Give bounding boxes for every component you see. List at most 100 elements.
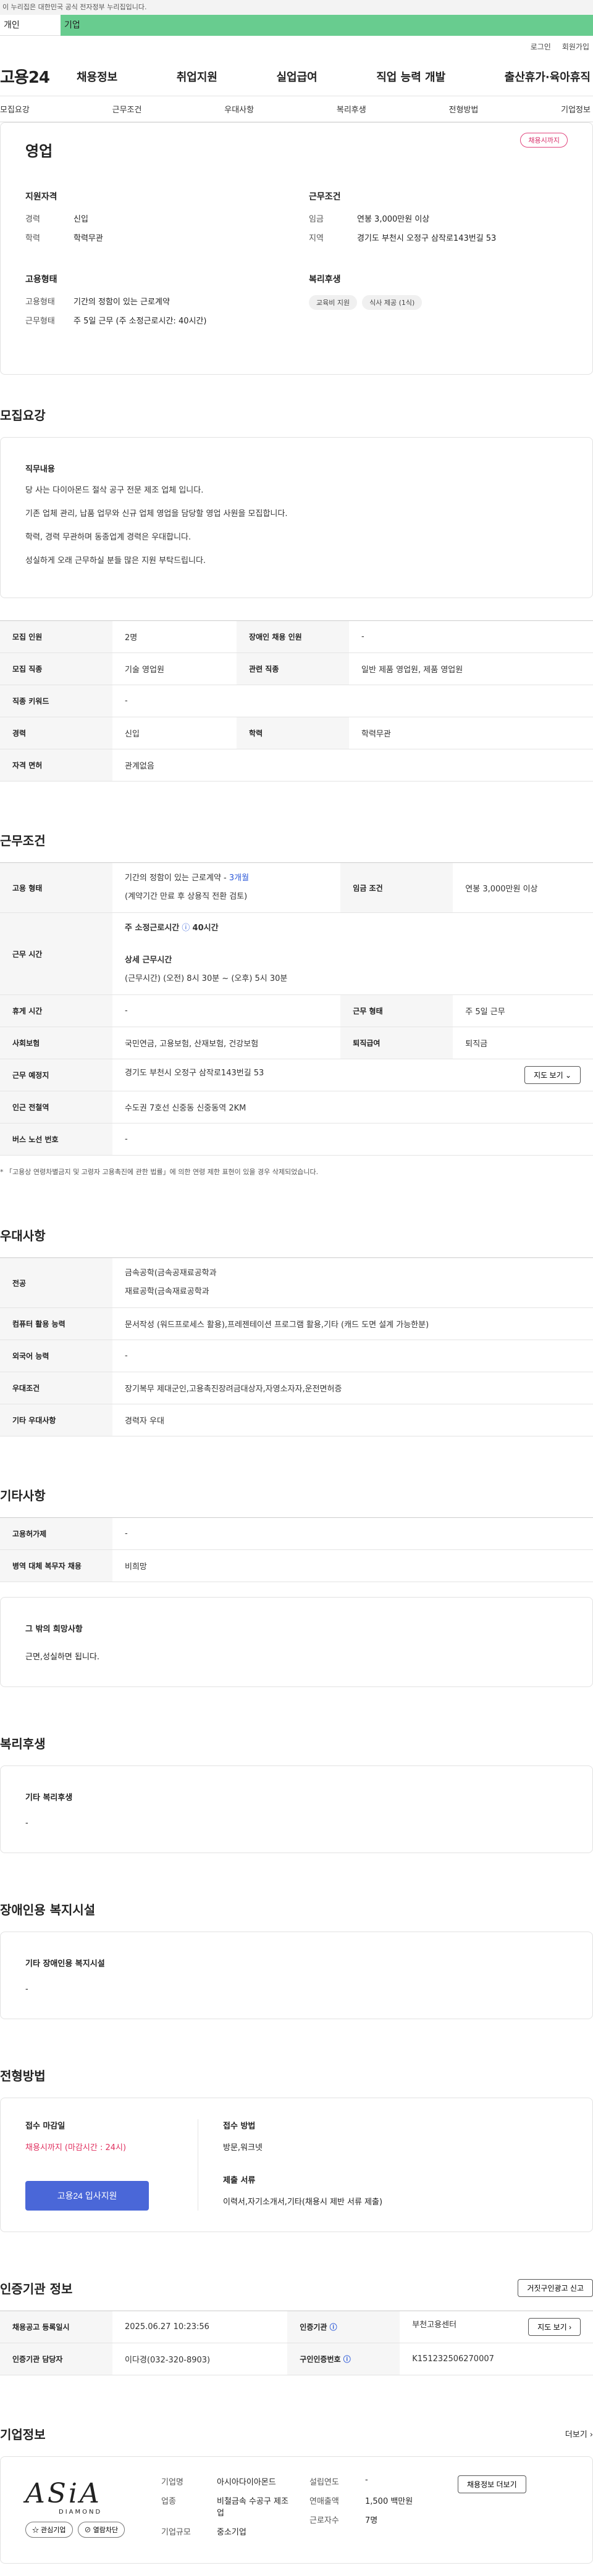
corp-jobs-button[interactable]: 채용정보 더보기 xyxy=(458,2475,526,2493)
duty-line: 당 사는 다이아몬드 절삭 공구 전문 제조 업체 입니다. xyxy=(25,486,204,495)
form-value: 주 5일 근무 xyxy=(453,994,593,1027)
tab-welfare[interactable]: 복리후생 xyxy=(337,103,366,115)
org-label: 인증기관 ⓘ xyxy=(287,2311,400,2343)
emptype-row-value: 기간의 정함이 있는 근로계약 - 3개월 (계약기간 만료 후 상용직 전환 … xyxy=(112,862,341,913)
tab-work[interactable]: 근무조건 xyxy=(112,103,142,115)
corp-size-label: 기업규모 xyxy=(161,2528,191,2537)
emptype-row-label: 고용 형태 xyxy=(0,862,112,913)
welfare-heading: 복리후생 xyxy=(309,275,341,285)
duty-line: 학력, 경력 무관하며 동종업계 경력은 우대합니다. xyxy=(25,533,191,542)
insurance-label: 사회보험 xyxy=(0,1027,112,1059)
job-title: 영업 xyxy=(25,143,53,160)
corp-staff-label: 근로자수 xyxy=(309,2516,339,2525)
severance-value: 퇴직금 xyxy=(453,1027,593,1059)
bus-value: - xyxy=(112,1123,593,1156)
disabled-etc-heading: 기타 장애인용 복지시설 xyxy=(25,1959,105,1969)
work-section-title: 근무조건 xyxy=(0,833,46,848)
wage-value: 연봉 3,000만원 이상 xyxy=(357,215,430,224)
related-job-value: 일반 제품 영업원, 제품 영업원 xyxy=(349,652,593,685)
site-logo[interactable]: 고용24 xyxy=(0,65,77,88)
cert-no-label-text: 구인인증번호 xyxy=(300,2355,341,2364)
utility-links: 로그인 회원가입 xyxy=(0,36,593,57)
corp-logo: ASiA xyxy=(25,2475,161,2512)
hours-label: 근무 시간 xyxy=(0,912,112,995)
corp-size-value: 중소기업 xyxy=(217,2528,246,2537)
global-nav: 고용24 채용정보 취업지원 실업급여 직업 능력 개발 출산휴가·육아휴직 xyxy=(0,57,593,96)
corp-sales-value: 1,500 백만원 xyxy=(365,2497,413,2506)
job-summary-card: 영업 채용시까지 지원자격 경력 신입 학력 학력무관 근무조건 임금 연봉 3,00… xyxy=(0,122,593,375)
manager-value: 이다경(032-320-8903) xyxy=(112,2343,288,2375)
corp-name-label: 기업명 xyxy=(161,2478,183,2487)
edu-value: 학력무관 xyxy=(74,234,103,243)
recruit-table: 모집 인원 2명 장애인 채용 인원 - 모집 직종 기술 영업원 관련 직종 … xyxy=(0,620,593,782)
gnb-item-training[interactable]: 직업 능력 개발 xyxy=(376,69,445,85)
org-map-button[interactable]: 지도 보기 › xyxy=(528,2318,581,2336)
rest-value: - xyxy=(112,994,341,1027)
tab-personal[interactable]: 개인 xyxy=(0,15,61,36)
login-link[interactable]: 로그인 xyxy=(531,41,551,52)
foreign-value: - xyxy=(112,1517,593,1550)
keyword-value: - xyxy=(112,685,593,717)
employment-heading: 고용형태 xyxy=(25,275,57,285)
corp-section-title: 기업정보 xyxy=(0,2427,46,2442)
favorite-corp-button[interactable]: ☆ 관심기업 xyxy=(25,2522,73,2538)
tab-process[interactable]: 전형방법 xyxy=(449,103,479,115)
apply-button[interactable]: 고용24 입사지원 xyxy=(25,2181,149,2211)
tab-recruit[interactable]: 모집요강 xyxy=(0,103,30,115)
duty-line: 기존 업체 관리, 납품 업무와 신규 업체 영업을 담당할 영업 사원을 모집… xyxy=(25,509,288,519)
recruit-section-title: 모집요강 xyxy=(0,408,46,423)
pref-section-title: 우대사항 xyxy=(0,1228,46,1243)
major-value: 금속공학(금속공재료공학과 재료공학(금속재료공학과 xyxy=(112,1257,593,1308)
pref-table: 전공 금속공학(금속공재료공학과 재료공학(금속재료공학과 컴퓨터 활용 능력 … xyxy=(0,1257,593,1436)
report-button[interactable]: 거짓구인광고 신고 xyxy=(518,2279,593,2297)
hours-std-value: 40시간 xyxy=(192,923,219,933)
info-icon[interactable]: ⓘ xyxy=(330,2323,337,2332)
gnb-item-leave[interactable]: 출산휴가·육아휴직 xyxy=(505,69,591,85)
org-value: 부천고용센터 지도 보기 › xyxy=(400,2311,593,2343)
info-icon[interactable]: ⓘ xyxy=(343,2355,351,2364)
tab-corp[interactable]: 기업정보 xyxy=(561,103,591,115)
worktype-label: 근무형태 xyxy=(25,317,55,326)
hours-detail-value: (근무시간) (오전) 8시 30분 ~ (오후) 5시 30분 xyxy=(125,974,288,983)
military-value: 비희망 xyxy=(112,1549,593,1582)
corp-founded-value: - xyxy=(365,2475,368,2485)
disabled-hire-label: 장애인 채용 인원 xyxy=(237,620,350,653)
gnb-item-unemployment[interactable]: 실업급여 xyxy=(277,69,318,85)
info-icon[interactable]: ⓘ xyxy=(182,923,190,933)
career-row-label: 경력 xyxy=(0,717,112,749)
career-label: 경력 xyxy=(25,215,40,224)
corp-box: ASiA DIAMOND ☆ 관심기업 ⊘ 열람차단 기업명 아시아다이아몬드 업… xyxy=(0,2456,593,2564)
reg-date-label: 채용공고 등록일시 xyxy=(0,2311,112,2343)
map-button[interactable]: 지도 보기 ⌄ xyxy=(524,1066,581,1084)
process-box: 접수 마감일 채용시까지 (마감시간 : 24시) 고용24 입사지원 접수 방… xyxy=(0,2098,593,2232)
tab-pref[interactable]: 우대사항 xyxy=(224,103,254,115)
deadline-badge: 채용시까지 xyxy=(520,133,568,148)
form-label: 근무 형태 xyxy=(340,994,453,1027)
license-value: 관계없음 xyxy=(112,749,593,782)
join-link[interactable]: 회원가입 xyxy=(562,41,589,52)
emptype-note: (계약기간 만료 후 상용직 전환 검토) xyxy=(125,892,248,901)
region-value: 경기도 부천시 오정구 삼작로143번길 53 xyxy=(357,234,497,243)
job-type-value: 기술 영업원 xyxy=(112,652,237,685)
contract-months: 3개월 xyxy=(229,873,250,883)
welfare-box: 기타 복리후생 - xyxy=(0,1765,593,1853)
emptype-value: 기간의 정함이 있는 근로계약 xyxy=(74,298,170,307)
docs-heading: 제출 서류 xyxy=(223,2176,256,2185)
headcount-label: 모집 인원 xyxy=(0,620,112,653)
place-address: 경기도 부천시 오정구 삼작로143번길 53 xyxy=(125,1069,264,1078)
certify-table: 채용공고 등록일시 2025.06.27 10:23:56 인증기관 ⓘ 부천고… xyxy=(0,2311,593,2375)
corp-more-link[interactable]: 더보기 › xyxy=(565,2428,593,2440)
cert-no-value: K151232506270007 xyxy=(400,2343,593,2375)
job-type-label: 모집 직종 xyxy=(0,652,112,685)
corp-founded-label: 설립연도 xyxy=(309,2478,339,2487)
welfare-etc-heading: 기타 복리후생 xyxy=(25,1793,73,1803)
block-corp-button[interactable]: ⊘ 열람차단 xyxy=(77,2522,125,2538)
gnb-item-jobs[interactable]: 채용정보 xyxy=(77,69,117,85)
employment-block: 고용형태 고용형태 기간의 정함이 있는 근로계약 근무형태 주 5일 근무 (주 … xyxy=(25,273,284,333)
subway-label: 인근 전철역 xyxy=(0,1091,112,1123)
gnb-item-support[interactable]: 취업지원 xyxy=(177,69,217,85)
tab-company[interactable]: 기업 xyxy=(61,15,593,36)
corp-biz-value: 비철금속 수공구 제조업 xyxy=(217,2497,288,2518)
wish-heading: 그 밖의 희망사항 xyxy=(25,1625,83,1634)
welfare-etc-value: - xyxy=(25,1819,28,1828)
